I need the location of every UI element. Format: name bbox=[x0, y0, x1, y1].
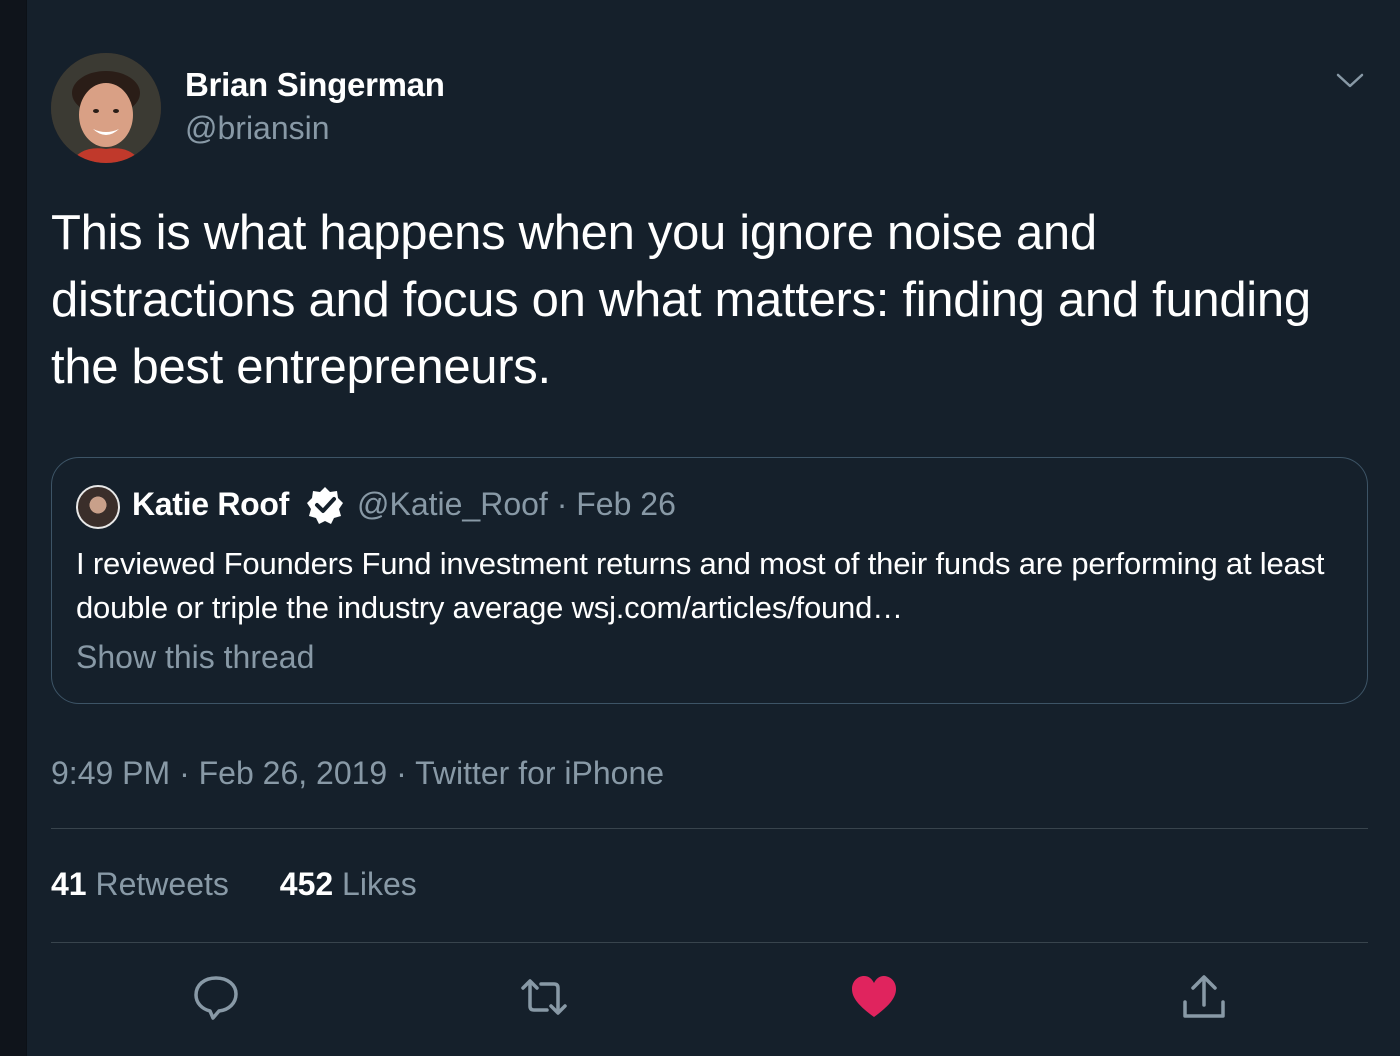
likes-count: 452 bbox=[279, 866, 334, 902]
author-avatar[interactable] bbox=[51, 53, 161, 163]
quoted-author-handle: @Katie_Roof bbox=[357, 486, 548, 522]
avatar-face-image bbox=[51, 53, 161, 163]
verified-badge-icon bbox=[307, 487, 343, 524]
show-thread-link[interactable]: Show this thread bbox=[76, 639, 314, 676]
author-handle[interactable]: @briansin bbox=[185, 110, 330, 147]
tweet-detail: Brian Singerman @briansin This is what h… bbox=[26, 0, 1400, 1056]
share-icon[interactable] bbox=[1179, 972, 1229, 1022]
retweets-count: 41 bbox=[51, 866, 87, 902]
tweet-stats: 41 Retweets 452 Likes bbox=[51, 866, 459, 903]
retweet-icon[interactable] bbox=[519, 972, 569, 1022]
quoted-author-name: Katie Roof bbox=[132, 486, 290, 522]
divider bbox=[51, 942, 1368, 943]
quoted-author-avatar bbox=[76, 485, 120, 529]
meta-separator: · bbox=[556, 486, 568, 522]
quoted-date: Feb 26 bbox=[576, 486, 676, 522]
like-icon[interactable] bbox=[849, 972, 899, 1022]
retweets-label: Retweets bbox=[95, 866, 229, 902]
quoted-tweet-card[interactable]: Katie Roof @Katie_Roof · Feb 26 I review… bbox=[51, 457, 1368, 704]
likes-label: Likes bbox=[342, 866, 417, 902]
quoted-text: I reviewed Founders Fund investment retu… bbox=[76, 546, 1325, 625]
divider bbox=[51, 828, 1368, 829]
tweet-timestamp[interactable]: 9:49 PM · Feb 26, 2019 · Twitter for iPh… bbox=[51, 755, 664, 792]
quoted-meta: @Katie_Roof · Feb 26 bbox=[357, 486, 676, 523]
retweets-stat[interactable]: 41 Retweets bbox=[51, 866, 229, 903]
author-name[interactable]: Brian Singerman bbox=[185, 66, 445, 104]
likes-stat[interactable]: 452 Likes bbox=[280, 866, 417, 903]
reply-icon[interactable] bbox=[191, 972, 241, 1022]
chevron-down-icon[interactable] bbox=[1335, 68, 1365, 92]
tweet-text: This is what happens when you ignore noi… bbox=[51, 206, 1311, 394]
